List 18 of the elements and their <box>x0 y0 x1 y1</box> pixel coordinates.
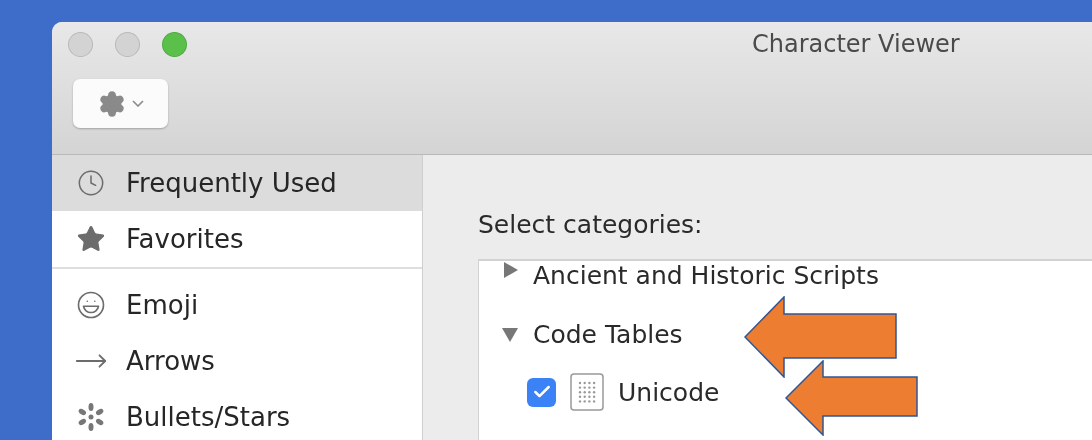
clock-icon <box>77 169 105 197</box>
smiley-icon <box>76 290 106 320</box>
checkbox[interactable] <box>527 377 556 407</box>
category-row[interactable]: Ancient and Historic Scripts <box>479 261 1092 305</box>
expanded-triangle-icon[interactable] <box>501 325 519 343</box>
section-heading: Select categories: <box>478 210 704 239</box>
window-title: Character Viewer <box>752 30 960 58</box>
category-row[interactable]: Code Tables <box>479 305 1092 363</box>
zoom-button[interactable] <box>162 32 187 57</box>
grid-icon <box>570 373 604 411</box>
chevron-icon <box>131 100 144 107</box>
collapsed-triangle-icon[interactable] <box>501 261 519 279</box>
sidebar-item[interactable]: Frequently Used <box>52 155 422 211</box>
category-row[interactable]: Unicode <box>479 363 1092 421</box>
star-icon <box>76 224 106 254</box>
asterisk-icon <box>76 402 106 432</box>
settings-icon <box>97 89 126 118</box>
settings-button[interactable] <box>73 79 168 128</box>
